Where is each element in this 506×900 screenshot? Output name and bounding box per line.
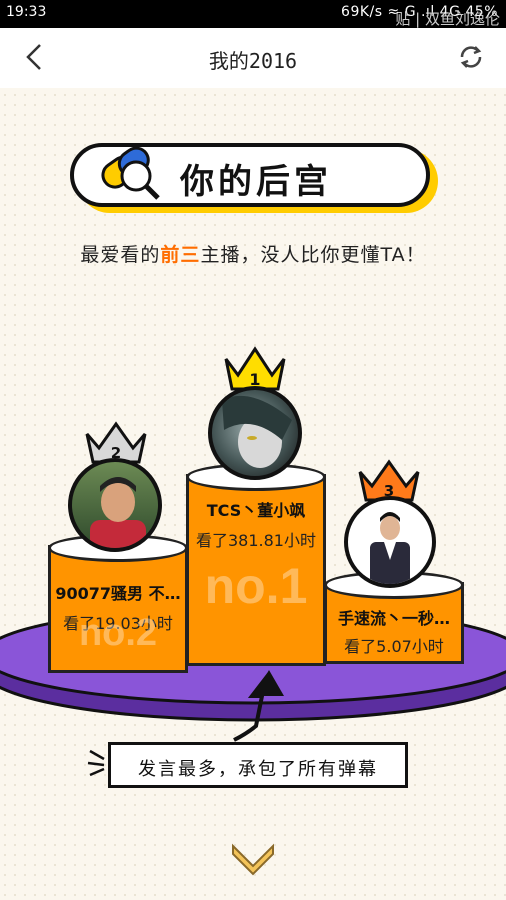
streamer-name: 90077骚男 不… — [55, 584, 181, 603]
subtitle: 最爱看的前三主播，没人比你更懂TA！ — [0, 240, 506, 267]
podium-rank-3[interactable]: 手速流丶一秒… 看了5.07小时 — [324, 571, 464, 664]
up-arrow-icon — [233, 670, 284, 742]
streamer-name: 手速流丶一秒… — [337, 609, 450, 628]
network-speed: 69K/s — [341, 4, 383, 20]
caption-decoration — [87, 749, 105, 777]
avatar-rank-1[interactable] — [208, 386, 302, 480]
status-time: 19:33 — [6, 4, 47, 20]
page-title: 我的2016 — [208, 49, 298, 73]
avatar-rank-3[interactable] — [344, 496, 436, 588]
podium-rank-1[interactable]: TCS丶董小飒 看了381.81小时 no.1 — [186, 463, 326, 666]
avatar-face — [90, 477, 146, 548]
magnifier-pill-icon — [101, 146, 160, 200]
streamer-name: TCS丶董小飒 — [206, 501, 306, 520]
rank-watermark: no.2 — [78, 612, 158, 654]
watch-hours: 看了5.07小时 — [344, 637, 444, 656]
watch-hours: 看了381.81小时 — [196, 531, 316, 550]
subtitle-part-2: 主播，没人比你更懂TA！ — [200, 244, 426, 266]
caption-text: 发言最多，承包了所有弹幕 — [138, 759, 378, 780]
podium-rank-2[interactable]: 90077骚男 不… 看了19.03小时 no.2 — [48, 534, 188, 673]
refresh-icon[interactable] — [456, 42, 486, 72]
watermark: 贴 | 双鱼刘逸伦 — [395, 10, 500, 28]
avatar-rank-2[interactable] — [68, 458, 162, 552]
banner-title: 你的后宫 — [180, 162, 332, 202]
avatar-face — [370, 512, 410, 584]
subtitle-highlight: 前三 — [160, 244, 201, 266]
subtitle-part-1: 最爱看的 — [80, 244, 161, 266]
caption-box: 发言最多，承包了所有弹幕 — [108, 742, 408, 788]
nav-bar: 我的2016 — [0, 28, 506, 88]
rank-watermark: no.1 — [204, 558, 308, 614]
chevron-down-icon[interactable] — [229, 840, 277, 876]
avatar-face — [222, 395, 292, 468]
